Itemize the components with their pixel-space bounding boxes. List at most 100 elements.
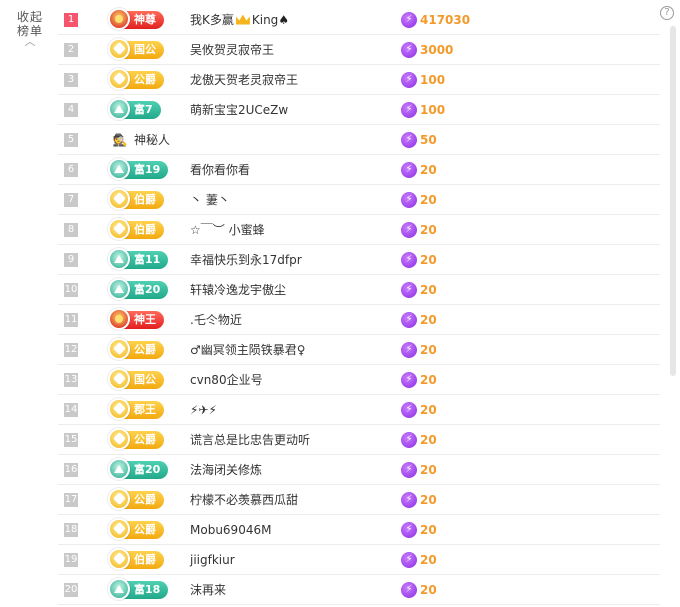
table-row[interactable]: 18 公爵 Mobu69046M ⚡ 20: [58, 515, 660, 545]
score-value: 100: [420, 72, 446, 87]
table-row[interactable]: 16 富20 法海闭关修炼 ⚡ 20: [58, 455, 660, 485]
badge-emblem-icon: [108, 217, 130, 240]
lightning-coin-icon: ⚡: [401, 401, 417, 418]
rank-number: 5: [64, 132, 78, 147]
table-row[interactable]: 9 富11 幸福快乐到永17dfpr ⚡ 20: [58, 245, 660, 275]
level-badge: 富20: [108, 277, 169, 300]
level-badge: 国公: [108, 37, 164, 60]
badge-emblem-icon: [108, 547, 130, 570]
badge-label: 公爵: [134, 72, 156, 86]
table-row[interactable]: 11 神王 .乇仒物近 ⚡ 20: [58, 305, 660, 335]
table-row[interactable]: 1 神尊 我K多赢 King ♠ ⚡ 417030: [58, 5, 660, 35]
lightning-coin-icon: ⚡: [401, 161, 417, 178]
contribution-score: ⚡ 20: [401, 461, 437, 478]
user-name[interactable]: 法海闭关修炼: [190, 461, 262, 478]
table-row[interactable]: 17 公爵 柠檬不必羡慕西瓜甜 ⚡ 20: [58, 485, 660, 515]
user-name[interactable]: 丶 萋丶: [190, 191, 230, 208]
user-name[interactable]: 柠檬不必羡慕西瓜甜: [190, 491, 298, 508]
user-name[interactable]: ♂幽冥领主陨铁暴君♀: [190, 341, 306, 358]
table-row[interactable]: 14 郡王 ⚡✈⚡ ⚡ 20: [58, 395, 660, 425]
mystery-user-icon: 🕵: [112, 132, 128, 147]
badge-label: 伯爵: [134, 552, 156, 566]
user-name[interactable]: 看你看你看: [190, 161, 250, 178]
user-name[interactable]: 神秘人: [134, 131, 170, 148]
user-name[interactable]: 吴攸贺灵寂帝王: [190, 41, 274, 58]
rank-number: 14: [64, 402, 78, 417]
user-name[interactable]: ☆￣︶ 小蜜蜂: [190, 221, 265, 238]
rank-number: 13: [64, 372, 78, 387]
badge-label: 公爵: [134, 522, 156, 536]
lightning-coin-icon: ⚡: [401, 191, 417, 208]
table-row[interactable]: 2 国公 吴攸贺灵寂帝王 ⚡ 3000: [58, 35, 660, 65]
badge-emblem-icon: [108, 487, 130, 510]
lightning-coin-icon: ⚡: [401, 551, 417, 568]
user-name[interactable]: 幸福快乐到永17dfpr: [190, 251, 302, 268]
contribution-score: ⚡ 20: [401, 341, 437, 358]
level-badge-wrap: 富20: [108, 277, 184, 300]
user-name-suffix: King: [251, 12, 279, 27]
score-value: 3000: [420, 42, 454, 57]
user-name[interactable]: 轩辕冷逸龙宇傲尘: [190, 281, 286, 298]
badge-label: 富20: [134, 282, 161, 296]
badge-emblem-icon: [108, 187, 130, 210]
contribution-score: ⚡ 100: [401, 71, 446, 88]
table-row[interactable]: 13 国公 cvn80企业号 ⚡ 20: [58, 365, 660, 395]
scrollbar[interactable]: [670, 26, 676, 376]
user-name[interactable]: jiigfkiur: [190, 553, 235, 567]
level-badge: 富18: [108, 577, 169, 600]
user-name[interactable]: 龙傲天贺老灵寂帝王: [190, 71, 298, 88]
user-name[interactable]: 沫再来: [190, 581, 226, 598]
contribution-score: ⚡ 20: [401, 551, 437, 568]
level-badge-wrap: 公爵: [108, 427, 184, 450]
contribution-score: ⚡ 20: [401, 431, 437, 448]
table-row[interactable]: 3 公爵 龙傲天贺老灵寂帝王 ⚡ 100: [58, 65, 660, 95]
score-value: 20: [420, 312, 437, 327]
lightning-coin-icon: ⚡: [401, 491, 417, 508]
lightning-coin-icon: ⚡: [401, 131, 417, 148]
spade-icon: ♠: [278, 12, 290, 27]
contribution-score: ⚡ 20: [401, 581, 437, 598]
badge-label: 郡王: [134, 402, 156, 416]
level-badge: 伯爵: [108, 217, 164, 240]
badge-emblem-icon: [108, 277, 130, 300]
badge-emblem-icon: [108, 337, 130, 360]
table-row[interactable]: 15 公爵 谎言总是比忠告更动听 ⚡ 20: [58, 425, 660, 455]
table-row[interactable]: 7 伯爵 丶 萋丶 ⚡ 20: [58, 185, 660, 215]
level-badge: 神尊: [108, 7, 164, 30]
score-value: 417030: [420, 12, 471, 27]
user-name[interactable]: ⚡✈⚡: [190, 403, 217, 417]
user-name[interactable]: 谎言总是比忠告更动听: [190, 431, 310, 448]
level-badge-wrap: 国公: [108, 367, 184, 390]
level-badge: 富19: [108, 157, 169, 180]
score-value: 20: [420, 342, 437, 357]
table-row[interactable]: 6 富19 看你看你看 ⚡ 20: [58, 155, 660, 185]
table-row[interactable]: 5 🕵 神秘人 ⚡ 50: [58, 125, 660, 155]
help-icon[interactable]: ?: [660, 6, 674, 20]
level-badge: 富20: [108, 457, 169, 480]
table-row[interactable]: 10 富20 轩辕冷逸龙宇傲尘 ⚡ 20: [58, 275, 660, 305]
table-row[interactable]: 8 伯爵 ☆￣︶ 小蜜蜂 ⚡ 20: [58, 215, 660, 245]
user-name[interactable]: cvn80企业号: [190, 371, 263, 388]
collapse-ranking-toggle[interactable]: 收起 榜单 ︿: [10, 10, 50, 48]
level-badge-wrap: 伯爵: [108, 547, 184, 570]
badge-label: 富20: [134, 462, 161, 476]
table-row[interactable]: 12 公爵 ♂幽冥领主陨铁暴君♀ ⚡ 20: [58, 335, 660, 365]
contribution-score: ⚡ 417030: [401, 11, 471, 28]
user-name[interactable]: 萌新宝宝2UCeZw: [190, 101, 288, 118]
badge-label: 富19: [134, 162, 161, 176]
table-row[interactable]: 4 富7 萌新宝宝2UCeZw ⚡ 100: [58, 95, 660, 125]
badge-emblem-icon: [108, 397, 130, 420]
table-row[interactable]: 19 伯爵 jiigfkiur ⚡ 20: [58, 545, 660, 575]
contribution-score: ⚡ 100: [401, 101, 445, 118]
table-row[interactable]: 20 富18 沫再来 ⚡ 20: [58, 575, 660, 605]
badge-label: 国公: [134, 42, 156, 56]
level-badge-wrap: 公爵: [108, 487, 184, 510]
user-name[interactable]: 我K多赢 King ♠: [190, 11, 289, 28]
lightning-coin-icon: ⚡: [401, 431, 417, 448]
rank-number: 12: [64, 342, 78, 357]
user-name[interactable]: Mobu69046M: [190, 523, 271, 537]
user-name[interactable]: .乇仒物近: [190, 311, 242, 328]
contribution-score: ⚡ 50: [401, 131, 437, 148]
badge-label: 公爵: [134, 492, 156, 506]
badge-label: 公爵: [134, 432, 156, 446]
